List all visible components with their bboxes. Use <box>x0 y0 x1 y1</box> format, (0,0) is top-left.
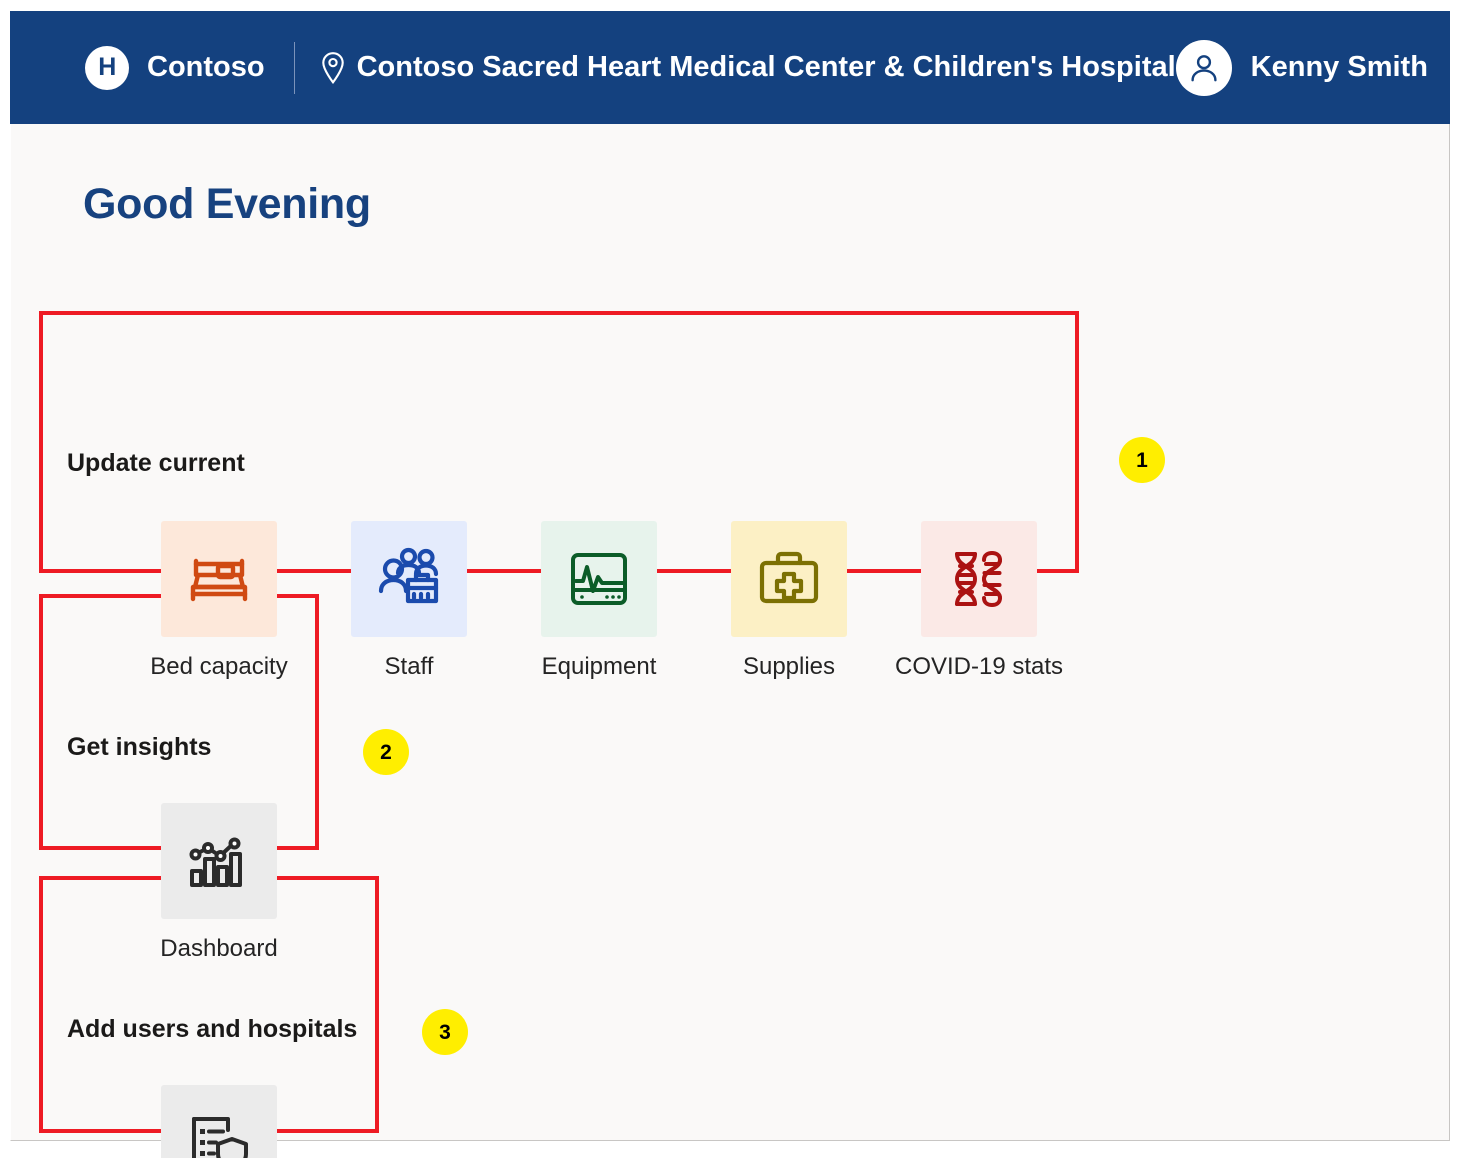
annotation-badge-1: 1 <box>1119 437 1165 483</box>
tile-staff[interactable]: Staff <box>351 521 467 681</box>
tile-equipment[interactable]: Equipment <box>541 521 657 681</box>
brand-name: Contoso <box>147 51 265 83</box>
section-title-add-users-and-hospitals: Add users and hospitals <box>67 1015 358 1043</box>
hospital-bed-icon <box>161 521 277 637</box>
tile-label: Dashboard <box>160 935 278 962</box>
section-title-get-insights: Get insights <box>67 733 212 761</box>
nav-divider <box>293 41 295 94</box>
tile-row-update-current: Bed capacity Staff Equipment Supplies CO… <box>150 521 1063 681</box>
tile-label: Equipment <box>541 653 657 680</box>
facility-name: Contoso Sacred Heart Medical Center & Ch… <box>356 51 1176 83</box>
user-name: Kenny Smith <box>1250 51 1428 83</box>
vitals-monitor-icon <box>541 521 657 637</box>
tile-bed-capacity[interactable]: Bed capacity <box>150 521 288 681</box>
brand-block[interactable]: H Contoso <box>85 45 265 90</box>
tile-label: Bed capacity <box>150 653 288 680</box>
tile-label: COVID-19 stats <box>894 653 1064 680</box>
user-menu[interactable]: Kenny Smith <box>1175 39 1428 96</box>
staff-people-icon <box>351 521 467 637</box>
map-pin-icon <box>321 51 344 84</box>
tile-covid-19-stats[interactable]: COVID-19 stats <box>895 521 1063 681</box>
tile-supplies[interactable]: Supplies <box>731 521 847 681</box>
document-shield-icon <box>161 1085 277 1158</box>
logo-letter: H <box>98 53 116 81</box>
top-navigation-bar: H Contoso Contoso Sacred Heart Medical C… <box>10 11 1450 124</box>
first-aid-kit-icon <box>731 521 847 637</box>
user-avatar-icon <box>1175 39 1232 96</box>
page-title: Good Evening <box>83 180 371 228</box>
annotation-badge-2: 2 <box>363 729 409 775</box>
tile-dashboard[interactable]: Dashboard <box>160 803 278 963</box>
tile-row-get-insights: Dashboard <box>160 803 278 963</box>
tile-label: Supplies <box>742 653 836 680</box>
facility-block[interactable]: Contoso Sacred Heart Medical Center & Ch… <box>320 51 1176 85</box>
tile-row-add-users-and-hospitals: Administration <box>161 1085 277 1158</box>
tile-label: Staff <box>384 653 434 680</box>
tile-administration[interactable]: Administration <box>161 1085 277 1158</box>
app-root: H Contoso Contoso Sacred Heart Medical C… <box>0 0 1464 1158</box>
bar-chart-trend-icon <box>161 803 277 919</box>
annotation-badge-3: 3 <box>422 1009 468 1055</box>
dna-helix-icon <box>921 521 1037 637</box>
hospital-h-logo-icon: H <box>85 45 129 90</box>
page-canvas: Good Evening 1 2 3 Update current Bed ca… <box>10 124 1450 1158</box>
section-title-update-current: Update current <box>67 449 245 477</box>
